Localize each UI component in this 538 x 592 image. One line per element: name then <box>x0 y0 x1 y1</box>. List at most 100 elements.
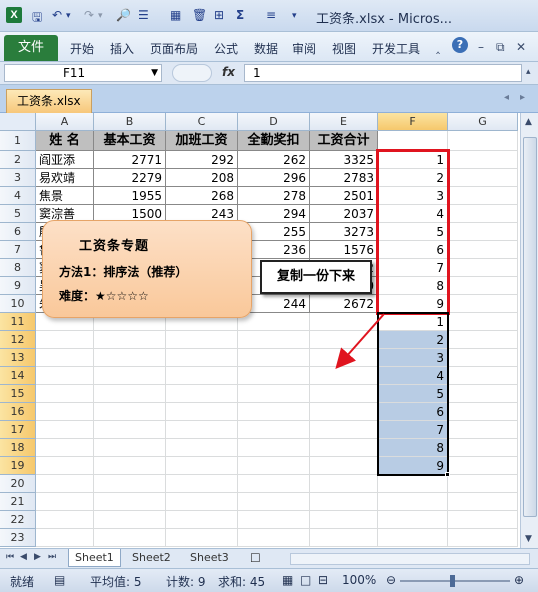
cell-e7[interactable]: 1576 <box>310 241 378 259</box>
cell-f11[interactable]: 1 <box>378 313 448 331</box>
cell-f3[interactable]: 2 <box>378 169 448 187</box>
spreadsheet-grid[interactable]: ABCDEFG1姓 名基本工资 加班工资 全勤奖扣 工资合计 2 阎亚添 2771 292 26… <box>0 113 520 548</box>
cell-b19[interactable] <box>94 457 166 475</box>
cell-b21[interactable] <box>94 493 166 511</box>
cell-g23[interactable] <box>448 529 518 547</box>
cell-f19[interactable]: 9 <box>378 457 448 475</box>
cell-a4[interactable]: 焦景 <box>36 187 94 205</box>
cell-d4[interactable]: 278 <box>238 187 310 205</box>
cell-e17[interactable] <box>310 421 378 439</box>
cell-d23[interactable] <box>238 529 310 547</box>
sum-icon[interactable]: Σ <box>236 8 244 22</box>
file-tab[interactable]: 文件 <box>4 35 58 61</box>
select-all-corner[interactable] <box>0 113 36 131</box>
cell-a23[interactable] <box>36 529 94 547</box>
cell-a19[interactable] <box>36 457 94 475</box>
row-header-14[interactable]: 14 <box>0 367 36 385</box>
cell-g15[interactable] <box>448 385 518 403</box>
cell-f1[interactable] <box>378 131 448 151</box>
row-header-4[interactable]: 4 <box>0 187 36 205</box>
cell-b18[interactable] <box>94 439 166 457</box>
cell-d20[interactable] <box>238 475 310 493</box>
row-header-12[interactable]: 12 <box>0 331 36 349</box>
horizontal-scrollbar[interactable] <box>290 553 530 565</box>
cell-d16[interactable] <box>238 403 310 421</box>
cell-f17[interactable]: 7 <box>378 421 448 439</box>
cell-b2[interactable]: 2771 <box>94 151 166 169</box>
cell-a3[interactable]: 易欢靖 <box>36 169 94 187</box>
page-break-view-icon[interactable]: ⊟ <box>318 573 328 587</box>
cell-f5[interactable]: 4 <box>378 205 448 223</box>
cell-e3[interactable]: 2783 <box>310 169 378 187</box>
document-tab[interactable]: 工资条.xlsx <box>6 89 92 113</box>
cell-c16[interactable] <box>166 403 238 421</box>
row-header-22[interactable]: 22 <box>0 511 36 529</box>
cell-f21[interactable] <box>378 493 448 511</box>
cell-f23[interactable] <box>378 529 448 547</box>
cell-b22[interactable] <box>94 511 166 529</box>
cell-c23[interactable] <box>166 529 238 547</box>
zoom-slider[interactable] <box>400 580 510 582</box>
cell-d5[interactable]: 294 <box>238 205 310 223</box>
row-header-6[interactable]: 6 <box>0 223 36 241</box>
cell-b20[interactable] <box>94 475 166 493</box>
print-preview-icon[interactable]: 🔎 <box>116 8 131 22</box>
cell-d14[interactable] <box>238 367 310 385</box>
cell-b16[interactable] <box>94 403 166 421</box>
insert-function-icon[interactable]: fx <box>222 65 235 79</box>
column-header-e[interactable]: E <box>310 113 378 131</box>
cell-g5[interactable] <box>448 205 518 223</box>
zoom-in-icon[interactable]: ⊕ <box>514 573 524 587</box>
cell-e18[interactable] <box>310 439 378 457</box>
cell-f16[interactable]: 6 <box>378 403 448 421</box>
cell-a2[interactable]: 阎亚添 <box>36 151 94 169</box>
row-header-2[interactable]: 2 <box>0 151 36 169</box>
cell-b13[interactable] <box>94 349 166 367</box>
cell-f13[interactable]: 3 <box>378 349 448 367</box>
filter-icon[interactable]: 🗑 <box>192 8 207 22</box>
row-header-10[interactable]: 10 <box>0 295 36 313</box>
name-box-dropdown-icon[interactable]: ▼ <box>151 65 158 81</box>
cell-e5[interactable]: 2037 <box>310 205 378 223</box>
first-sheet-icon[interactable]: ⏮ <box>6 552 14 562</box>
insert-sheet-icon[interactable]: ☐ <box>244 549 267 567</box>
cell-d11[interactable] <box>238 313 310 331</box>
row-header-17[interactable]: 17 <box>0 421 36 439</box>
cell-c22[interactable] <box>166 511 238 529</box>
expand-formula-bar-icon[interactable]: ▴ <box>526 67 531 77</box>
vertical-scroll-thumb[interactable] <box>523 137 537 517</box>
cell-f22[interactable] <box>378 511 448 529</box>
column-header-d[interactable]: D <box>238 113 310 131</box>
cell-b23[interactable] <box>94 529 166 547</box>
tab-data[interactable]: 数据 <box>254 40 278 57</box>
cell-a22[interactable] <box>36 511 94 529</box>
cell-g7[interactable] <box>448 241 518 259</box>
cell-f20[interactable] <box>378 475 448 493</box>
cell-a20[interactable] <box>36 475 94 493</box>
fill-handle[interactable] <box>445 472 450 477</box>
cell-g18[interactable] <box>448 439 518 457</box>
cell-e13[interactable] <box>310 349 378 367</box>
row-header-5[interactable]: 5 <box>0 205 36 223</box>
cell-g19[interactable] <box>448 457 518 475</box>
sheet-tab-2[interactable]: Sheet2 <box>126 549 177 567</box>
cell-g16[interactable] <box>448 403 518 421</box>
cell-g6[interactable] <box>448 223 518 241</box>
cell-g2[interactable] <box>448 151 518 169</box>
minimize-window-icon[interactable]: – <box>478 40 484 54</box>
cell-a16[interactable] <box>36 403 94 421</box>
cell-a14[interactable] <box>36 367 94 385</box>
column-header-g[interactable]: G <box>448 113 518 131</box>
vertical-scrollbar[interactable]: ▲ ▼ <box>520 113 538 548</box>
row-header-3[interactable]: 3 <box>0 169 36 187</box>
column-header-c[interactable]: C <box>166 113 238 131</box>
row-header-9[interactable]: 9 <box>0 277 36 295</box>
cell-d13[interactable] <box>238 349 310 367</box>
cell-e16[interactable] <box>310 403 378 421</box>
row-header-16[interactable]: 16 <box>0 403 36 421</box>
cell-a21[interactable] <box>36 493 94 511</box>
cell-f14[interactable]: 4 <box>378 367 448 385</box>
tab-insert[interactable]: 插入 <box>110 40 134 57</box>
cell-g8[interactable] <box>448 259 518 277</box>
tab-scroll-left-icon[interactable]: ◂ <box>504 92 509 103</box>
